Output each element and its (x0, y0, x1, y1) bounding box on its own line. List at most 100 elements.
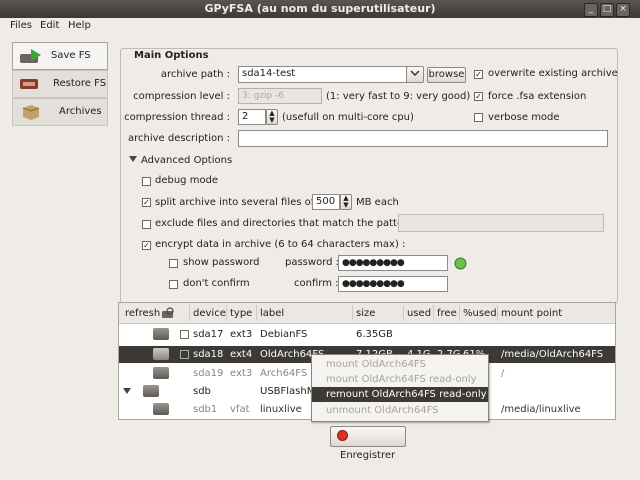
table-row[interactable]: sda17 ext3 DebianFS 6.35GB (119, 326, 615, 343)
confirm-label: confirm : (294, 278, 339, 289)
confirm-input[interactable]: ●●●●●●●●● (338, 276, 448, 292)
header-pct-used[interactable]: %used (463, 308, 497, 319)
compression-level-select[interactable]: 3: gzip -6 (238, 88, 322, 104)
row-checkbox[interactable] (180, 330, 189, 339)
cell-type: ext4 (230, 349, 253, 360)
overwrite-checkbox[interactable]: ✓ (474, 70, 483, 79)
menu-item-mount[interactable]: mount OldArch64FS (312, 357, 488, 372)
split-checkbox[interactable]: ✓ (142, 198, 151, 207)
cell-device: sda19 (193, 368, 224, 379)
sidebar-item-label: Archives (59, 106, 102, 117)
header-type[interactable]: type (230, 308, 252, 319)
record-icon (337, 430, 348, 441)
drive-icon (143, 385, 159, 397)
drive-icon (153, 403, 169, 415)
minimize-button[interactable]: _ (584, 3, 598, 17)
encrypt-checkbox[interactable]: ✓ (142, 241, 151, 250)
encrypt-label: encrypt data in archive (6 to 64 charact… (155, 239, 406, 250)
cell-label: DebianFS (260, 329, 308, 340)
column-separator (497, 305, 498, 321)
split-size-input[interactable]: 500 (312, 194, 340, 210)
split-label: split archive into several files of : (155, 197, 321, 208)
menu-item-remount-read-only[interactable]: remount OldArch64FS read-only (312, 387, 488, 402)
save-button-label: Enregistrer (340, 450, 396, 461)
sidebar-item-save-fs[interactable]: Save FS (12, 42, 108, 70)
header-device[interactable]: device (193, 308, 226, 319)
archive-path-label: archive path : (160, 69, 230, 80)
menu-item-unmount[interactable]: unmount OldArch64FS (312, 403, 488, 418)
drive-icon (153, 348, 169, 360)
compression-level-label: compression level : (133, 91, 230, 102)
cell-device: sda17 (193, 329, 224, 340)
browse-button[interactable]: browse (427, 67, 466, 83)
password-label: password : (285, 257, 340, 268)
debug-checkbox[interactable] (142, 177, 151, 186)
description-input[interactable] (238, 130, 608, 147)
column-separator (352, 305, 353, 321)
sidebar-item-archives[interactable]: Archives (12, 98, 108, 126)
password-ok-icon (454, 257, 467, 270)
compression-thread-hint: (usefull on multi-core cpu) (282, 112, 414, 123)
cell-device: sdb1 (193, 404, 218, 415)
refresh-icon[interactable] (161, 307, 175, 319)
force-ext-label: force .fsa extension (488, 91, 587, 102)
context-menu: mount OldArch64FS mount OldArch64FS read… (311, 354, 489, 422)
menu-help[interactable]: Help (68, 20, 91, 31)
thread-spin-button[interactable]: ▲ ▼ (266, 109, 278, 125)
overwrite-label: overwrite existing archive (488, 68, 618, 79)
header-used[interactable]: used (407, 308, 431, 319)
exclude-pattern-input[interactable] (398, 214, 604, 232)
force-ext-checkbox[interactable]: ✓ (474, 92, 483, 101)
column-separator (433, 305, 434, 321)
cell-type: ext3 (230, 368, 253, 379)
show-password-checkbox[interactable] (169, 259, 178, 268)
show-password-label: show password (183, 257, 260, 268)
archive-path-dropdown-button[interactable] (406, 66, 424, 83)
password-input[interactable]: ●●●●●●●●● (338, 255, 448, 271)
menu-files[interactable]: Files (10, 20, 32, 31)
close-button[interactable]: × (616, 3, 630, 17)
column-separator (256, 305, 257, 321)
advanced-expander[interactable]: Advanced Options (128, 155, 232, 166)
chevron-down-icon (410, 70, 420, 77)
menu-item-mount-read-only[interactable]: mount OldArch64FS read-only (312, 372, 488, 387)
column-separator (403, 305, 404, 321)
header-mount-point[interactable]: mount point (501, 308, 562, 319)
sidebar-item-restore-fs[interactable]: Restore FS (12, 70, 108, 98)
expander-arrow-icon[interactable] (123, 388, 131, 394)
menu-bar: Files Edit Help (0, 18, 640, 34)
exclude-checkbox[interactable] (142, 220, 151, 229)
advanced-title: Advanced Options (141, 155, 233, 166)
dont-confirm-checkbox[interactable] (169, 280, 178, 289)
header-free[interactable]: free (437, 308, 457, 319)
table-header: refresh device type label size used free… (119, 303, 615, 324)
drive-icon (153, 367, 169, 379)
exclude-label: exclude files and directories that match… (155, 218, 420, 229)
archives-icon (22, 105, 40, 120)
header-label[interactable]: label (260, 308, 284, 319)
description-label: archive description : (127, 133, 230, 144)
header-size[interactable]: size (356, 308, 375, 319)
main-options-title: Main Options (132, 50, 211, 61)
cell-mount-point: /media/linuxlive (501, 404, 581, 415)
cell-device: sdb (193, 386, 211, 397)
cell-label: linuxlive (260, 404, 302, 415)
verbose-checkbox[interactable] (474, 113, 483, 122)
save-button[interactable]: Enregistrer (330, 426, 406, 461)
row-checkbox[interactable] (180, 350, 189, 359)
cell-type: ext3 (230, 329, 253, 340)
main-window: GPyFSA (au nom du superutilisateur) _ □ … (0, 0, 640, 480)
column-separator (226, 305, 227, 321)
title-bar[interactable]: GPyFSA (au nom du superutilisateur) _ □ … (0, 0, 640, 18)
cell-label: USBFlashM (260, 386, 316, 397)
split-spin-button[interactable]: ▲ ▼ (340, 194, 352, 210)
compression-level-hint: (1: very fast to 9: very good) (326, 91, 471, 102)
verbose-label: verbose mode (488, 112, 560, 123)
cell-device: sda18 (193, 349, 224, 360)
maximize-button[interactable]: □ (600, 3, 614, 17)
compression-thread-input[interactable]: 2 (238, 109, 266, 125)
cell-type: vfat (230, 404, 250, 415)
header-refresh[interactable]: refresh (125, 308, 160, 319)
menu-edit[interactable]: Edit (40, 20, 59, 31)
archive-path-input[interactable]: sda14-test (238, 66, 408, 83)
